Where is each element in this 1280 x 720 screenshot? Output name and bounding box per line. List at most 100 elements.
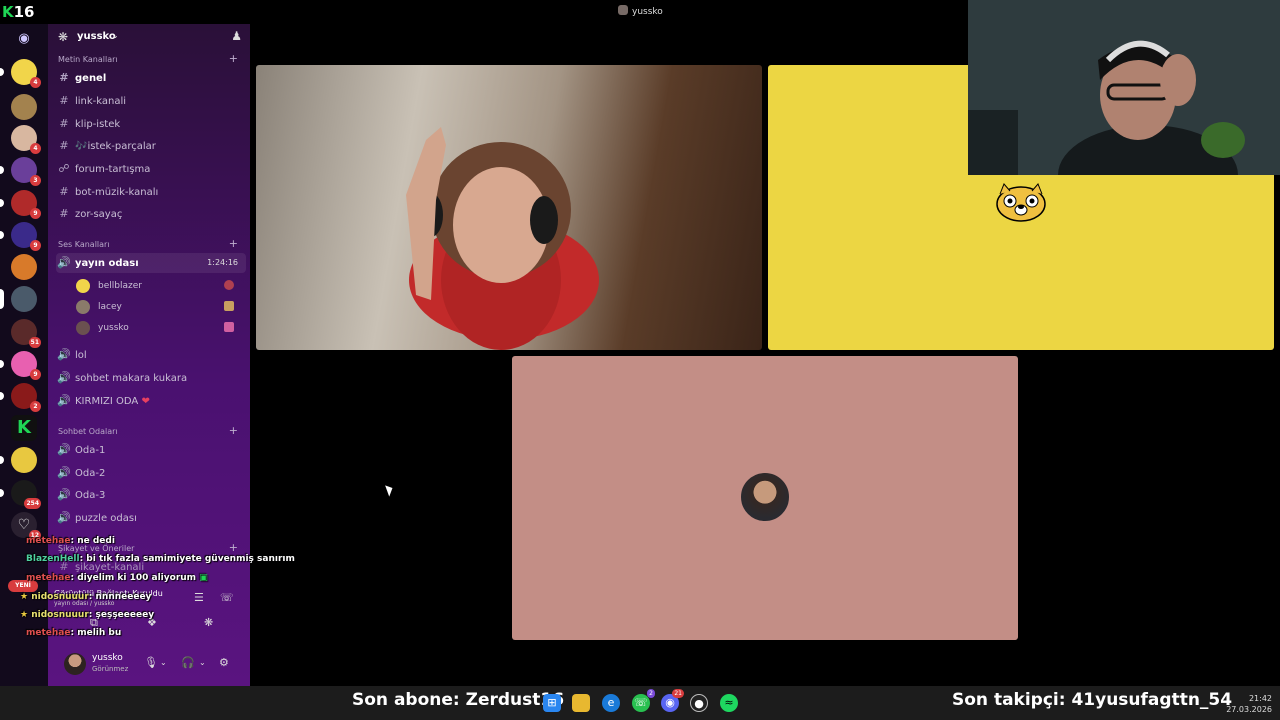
avatar xyxy=(739,471,791,523)
server-icon[interactable] xyxy=(11,254,37,280)
server-icon[interactable]: 51 xyxy=(11,319,41,348)
voice-member[interactable]: lacey xyxy=(76,297,246,317)
voice-channel-oda-1[interactable]: 🔊 Oda-1 xyxy=(56,440,246,460)
last-subscriber: Son abone: Zerdust16 xyxy=(352,690,565,710)
server-icon[interactable]: 9 xyxy=(0,222,41,251)
obs-studio-icon[interactable]: ● xyxy=(690,694,708,712)
badge-icon: ★ xyxy=(20,592,29,602)
user-panel: yussko Görünmez 🎙 ⌄ 🎧 ⌄ ⚙ xyxy=(48,648,250,686)
category-chat-rooms[interactable]: Sohbet Odaları xyxy=(58,427,118,436)
add-member-icon[interactable]: ♟ xyxy=(231,29,242,43)
server-gear-icon: ❋ xyxy=(58,30,69,44)
chat-message: metehae: ne dedi xyxy=(26,536,115,546)
chat-message: metehae: diyelim ki 100 aliyorum ▣ xyxy=(26,573,208,583)
category-text-channels[interactable]: Metin Kanalları xyxy=(58,55,118,64)
window-title: yussko xyxy=(618,5,663,17)
channel-klip-istek[interactable]: # klip-istek xyxy=(56,114,246,134)
speaker-icon: 🔊 xyxy=(57,511,71,524)
webcam-person-image xyxy=(406,127,599,350)
windows-start-icon[interactable]: ⊞ xyxy=(543,694,561,712)
channel-bot-muzik-kanali[interactable]: # bot-müzik-kanalı xyxy=(56,182,246,202)
add-channel-icon[interactable]: + xyxy=(229,541,238,554)
voice-channel-yayin-odasi[interactable]: 🔊 yayın odası 1:24:16 xyxy=(56,253,246,273)
add-channel-icon[interactable]: + xyxy=(229,424,238,437)
hash-icon: # xyxy=(59,117,69,130)
voice-member[interactable]: bellblazer xyxy=(76,276,246,296)
system-clock: 21:42 27.03.2026 xyxy=(1226,694,1272,714)
voice-channel-sohbet[interactable]: 🔊 sohbet makara kukara xyxy=(56,368,246,388)
spotify-icon[interactable]: ≈ xyxy=(720,694,738,712)
speaker-icon: 🔊 xyxy=(57,256,71,269)
avatar xyxy=(76,279,90,293)
microphone-icon[interactable]: 🎙 xyxy=(144,656,158,669)
chevron-down-icon[interactable]: ⌄ xyxy=(160,658,167,667)
server-rail: ◉ 4 4 3 9 9 51 9 2 K 254 ♡ 12 YENİ xyxy=(0,24,48,686)
voice-member[interactable]: yussko xyxy=(76,318,246,338)
speaker-icon: 🔊 xyxy=(57,488,71,501)
voice-timer: 1:24:16 xyxy=(207,258,238,267)
soundboard-icon[interactable]: ❋ xyxy=(204,616,213,629)
channel-zor-sayac[interactable]: # zor-sayaç xyxy=(56,204,246,224)
hash-icon: # xyxy=(59,71,69,84)
chevron-down-icon[interactable]: ⌄ xyxy=(199,658,206,667)
heart-server-icon[interactable]: ♡ 12 xyxy=(11,512,41,541)
server-name: yussko xyxy=(77,31,116,42)
hash-icon: # xyxy=(59,185,69,198)
channel-istek-parcalar[interactable]: # 🎶istek-parçalar xyxy=(56,136,246,156)
chevron-down-icon: ⌄ xyxy=(112,31,119,40)
forum-icon: ☍ xyxy=(58,162,70,175)
server-icon[interactable]: 3 xyxy=(0,157,41,186)
edge-browser-icon[interactable]: e xyxy=(602,694,620,712)
emote-icon: ▣ xyxy=(199,573,208,583)
disconnect-icon[interactable]: ☏ xyxy=(220,591,234,604)
voice-channel-puzzle-odasi[interactable]: 🔊 puzzle odası xyxy=(56,508,246,528)
avatar[interactable] xyxy=(64,653,86,675)
file-explorer-icon[interactable] xyxy=(572,694,590,712)
headphones-icon[interactable]: 🎧 xyxy=(181,656,195,669)
channel-link-kanali[interactable]: # link-kanali xyxy=(56,91,246,111)
voice-activity-icon[interactable]: ☰ xyxy=(194,591,204,604)
chat-message: ★ nidosnuuur: şeşşeeeeey xyxy=(20,610,155,620)
kick-server-icon[interactable]: K xyxy=(11,415,37,441)
channel-genel[interactable]: # genel xyxy=(56,68,246,88)
server-icon[interactable]: 9 xyxy=(0,190,41,219)
avatar xyxy=(76,321,90,335)
hash-icon: # xyxy=(59,94,69,107)
hash-icon: # xyxy=(59,207,69,220)
discord-home-icon[interactable]: ◉ xyxy=(11,26,37,52)
voice-channel-lol[interactable]: 🔊 lol xyxy=(56,345,246,365)
webcam-streamer-image xyxy=(968,0,1280,175)
discord-icon[interactable]: ◉ 21 xyxy=(661,689,684,712)
server-icon[interactable] xyxy=(0,286,37,312)
settings-gear-icon[interactable]: ⚙ xyxy=(219,656,229,669)
add-channel-icon[interactable]: + xyxy=(229,237,238,250)
server-icon[interactable]: 4 xyxy=(11,125,41,154)
server-icon[interactable]: 2 xyxy=(0,383,41,412)
whatsapp-icon[interactable]: ☏ 2 xyxy=(632,689,655,712)
channel-sidebar: ❋ yussko ⌄ ♟ Metin Kanalları + # genel # l… xyxy=(48,24,250,686)
video-tile-camera[interactable] xyxy=(256,65,762,350)
k16-logo: K16 xyxy=(2,3,35,21)
server-icon[interactable] xyxy=(0,447,37,473)
user-name: yussko xyxy=(92,653,123,663)
server-icon[interactable]: 4 xyxy=(0,59,41,88)
server-header[interactable]: ❋ yussko ⌄ ♟ xyxy=(48,24,250,52)
status-icon xyxy=(224,280,234,290)
speaker-icon: 🔊 xyxy=(57,348,71,361)
server-icon[interactable]: 254 xyxy=(0,480,41,509)
avatar xyxy=(618,5,628,15)
chat-message: BlazenHell: bi tık fazla samimiyete güve… xyxy=(26,554,295,564)
voice-channel-kirmizi-oda[interactable]: 🔊 KIRMIZI ODA ❤ xyxy=(56,391,246,411)
voice-channel-oda-2[interactable]: 🔊 Oda-2 xyxy=(56,463,246,483)
channel-forum-tartisma[interactable]: ☍ forum-tartışma xyxy=(56,159,246,179)
voice-channel-oda-3[interactable]: 🔊 Oda-3 xyxy=(56,485,246,505)
user-status: Görünmez xyxy=(92,665,129,673)
stream-icon xyxy=(224,322,234,332)
speaker-icon: 🔊 xyxy=(57,394,71,407)
server-icon[interactable] xyxy=(11,94,37,120)
server-icon[interactable]: 9 xyxy=(0,351,41,380)
category-voice-channels[interactable]: Ses Kanalları xyxy=(58,240,110,249)
add-channel-icon[interactable]: + xyxy=(229,52,238,65)
last-follower: Son takipçi: 41yusufagttn_54 xyxy=(952,690,1233,710)
jake-avatar-icon xyxy=(996,183,1046,222)
